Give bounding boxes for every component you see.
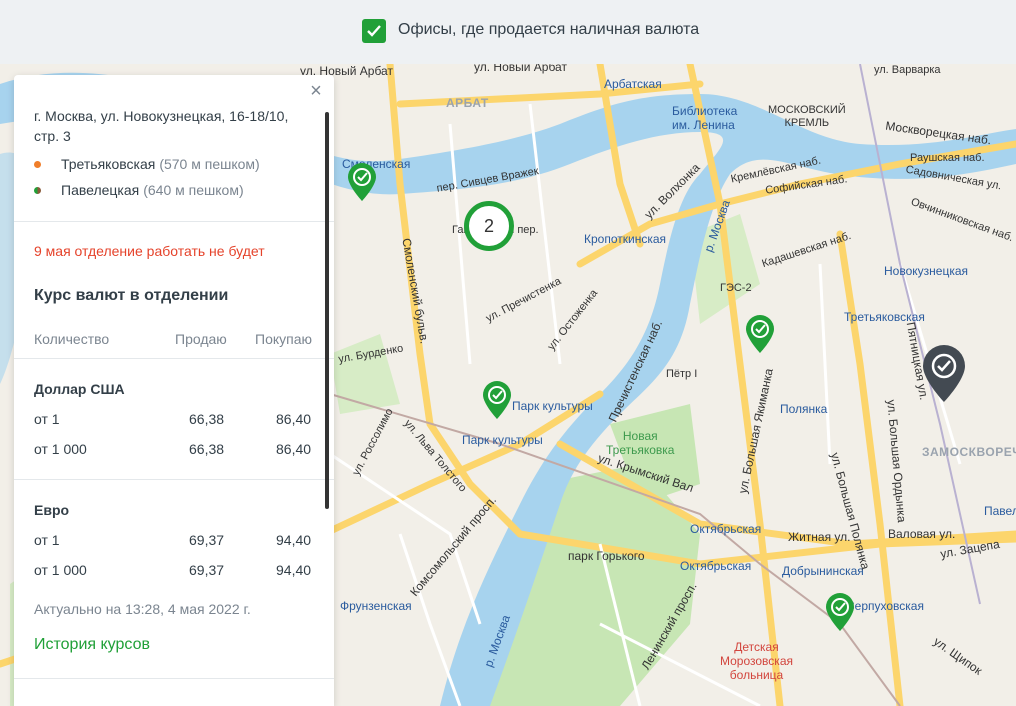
metro-label: Полянка bbox=[780, 402, 828, 416]
rate-buy: 86,40 bbox=[276, 441, 312, 457]
street-label: Житная ул. bbox=[788, 530, 851, 544]
divider bbox=[14, 358, 334, 359]
cash-currency-checkbox[interactable] bbox=[362, 19, 386, 43]
metro-label: Арбатская bbox=[604, 77, 662, 91]
divider bbox=[14, 678, 334, 679]
station-distance: (570 м пешком) bbox=[159, 156, 260, 172]
metro-label: Новокузнецкая bbox=[884, 264, 968, 278]
rate-buy: 94,40 bbox=[276, 532, 312, 548]
station-name: Павелецкая bbox=[61, 182, 140, 198]
selected-office-marker-icon bbox=[923, 345, 965, 402]
office-cluster[interactable]: 2 bbox=[464, 201, 514, 251]
rate-sell: 69,37 bbox=[189, 562, 225, 578]
rate-qty: от 1 000 bbox=[34, 441, 87, 457]
panel-scrollbar[interactable] bbox=[325, 112, 329, 509]
header-sell: Продаю bbox=[175, 331, 227, 347]
metro-label: Добрынинская bbox=[782, 564, 864, 578]
rate-buy: 94,40 bbox=[276, 562, 312, 578]
district-label: ЗАМОСКВОРЕЧЬЕ bbox=[922, 445, 1016, 459]
office-marker-icon bbox=[826, 593, 854, 631]
park-label: парк Горького bbox=[568, 549, 645, 563]
landmark-label: Детская Морозовская больница bbox=[720, 640, 793, 682]
rate-sell: 66,38 bbox=[189, 441, 225, 457]
rates-history-link[interactable]: История курсов bbox=[34, 636, 150, 654]
station-name: Третьяковская bbox=[61, 156, 156, 172]
street-label: ул. Новый Арбат bbox=[474, 64, 567, 74]
district-label: АРБАТ bbox=[446, 96, 489, 110]
metro-station: Третьяковская (570 м пешком) bbox=[34, 156, 260, 172]
landmark-label: МОСКОВСКИЙ КРЕМЛЬ bbox=[768, 104, 846, 129]
office-address: г. Москва, ул. Новокузнецкая, 16-18/10, … bbox=[34, 108, 289, 144]
landmark-label: ГЭС-2 bbox=[720, 282, 752, 294]
header-buy: Покупаю bbox=[255, 331, 312, 347]
landmark-label: Библиотека им. Ленина bbox=[672, 104, 738, 132]
metro-label: Павел bbox=[984, 504, 1016, 518]
rate-qty: от 1 000 bbox=[34, 562, 87, 578]
divider bbox=[14, 221, 334, 222]
metro-line-dot-icon bbox=[34, 186, 41, 194]
station-distance: (640 м пешком) bbox=[143, 182, 244, 198]
check-icon bbox=[367, 25, 381, 37]
rate-sell: 66,38 bbox=[189, 411, 225, 427]
landmark-label: Новая Третьяковка bbox=[606, 429, 675, 457]
metro-station: Павелецкая (640 м пешком) bbox=[34, 182, 244, 198]
metro-line-dot-icon bbox=[34, 160, 41, 168]
rate-qty: от 1 bbox=[34, 411, 60, 427]
office-info-panel: × г. Москва, ул. Новокузнецкая, 16-18/10… bbox=[14, 75, 334, 706]
cash-currency-label[interactable]: Офисы, где продается наличная валюта bbox=[398, 21, 699, 39]
rate-qty: от 1 bbox=[34, 532, 60, 548]
office-marker-icon bbox=[348, 163, 376, 201]
office-marker-icon bbox=[483, 381, 511, 419]
holiday-notice: 9 мая отделение работать не будет bbox=[34, 243, 265, 259]
landmark-label: Пётр I bbox=[666, 368, 698, 380]
close-icon[interactable]: × bbox=[306, 81, 326, 101]
metro-label: Парк культуры bbox=[512, 399, 593, 413]
rates-updated: Актуально на 13:28, 4 мая 2022 г. bbox=[34, 601, 251, 617]
currency-name: Доллар США bbox=[34, 381, 125, 397]
filter-bar: Офисы, где продается наличная валюта bbox=[0, 0, 1016, 64]
rate-sell: 69,37 bbox=[189, 532, 225, 548]
street-label: Раушская наб. bbox=[910, 152, 985, 164]
currency-name: Евро bbox=[34, 502, 70, 518]
street-label: Валовая ул. bbox=[888, 527, 956, 541]
metro-label: Октябрьская bbox=[680, 559, 752, 573]
divider bbox=[14, 479, 334, 480]
metro-label: Октябрьская bbox=[690, 522, 762, 536]
metro-label: Фрунзенская bbox=[340, 599, 412, 613]
street-label: ул. Варварка bbox=[874, 64, 941, 76]
header-qty: Количество bbox=[34, 331, 110, 347]
metro-label: Серпуховская bbox=[846, 599, 924, 613]
metro-label: Парк культуры bbox=[462, 433, 543, 447]
office-marker-icon bbox=[746, 315, 774, 353]
metro-label: Кропоткинская bbox=[584, 232, 667, 246]
rates-title: Курс валют в отделении bbox=[34, 287, 229, 304]
rate-buy: 86,40 bbox=[276, 411, 312, 427]
